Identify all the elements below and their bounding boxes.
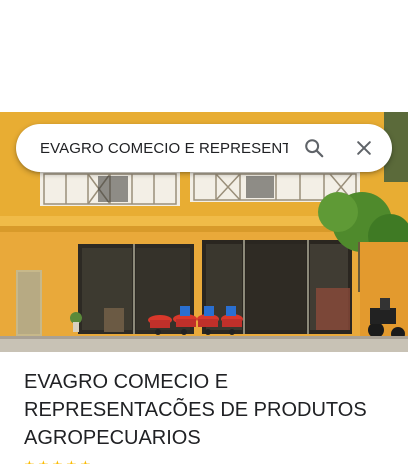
place-panel: EVAGRO COMECIO E REPRESENTAC EVAGRO COME… xyxy=(0,0,408,464)
map-area[interactable] xyxy=(0,0,408,112)
clear-search-button[interactable] xyxy=(342,124,386,172)
star-icon: ★ xyxy=(24,459,36,464)
star-icon: ★ xyxy=(80,459,92,464)
search-input[interactable]: EVAGRO COMECIO E REPRESENTAC xyxy=(40,140,288,157)
search-bar[interactable]: EVAGRO COMECIO E REPRESENTAC xyxy=(16,124,392,172)
search-icon xyxy=(305,139,324,158)
place-title: EVAGRO COMECIO E REPRESENTACÕES DE PRODU… xyxy=(24,371,367,449)
search-button[interactable] xyxy=(292,124,336,172)
star-icon: ★ xyxy=(52,459,64,464)
star-icon: ★ xyxy=(66,459,78,464)
close-icon xyxy=(357,141,371,155)
rating-stars[interactable]: ★ ★ ★ ★ ★ xyxy=(24,458,92,464)
star-icon: ★ xyxy=(38,459,50,464)
